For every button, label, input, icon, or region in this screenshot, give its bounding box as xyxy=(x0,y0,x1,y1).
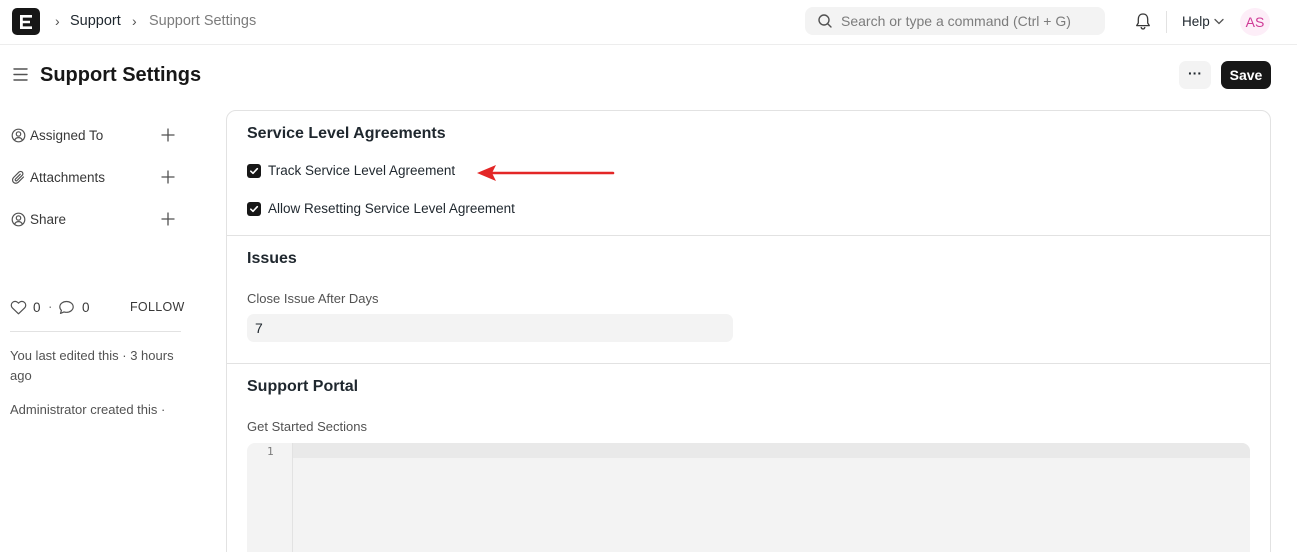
sidebar-item-share[interactable]: Share xyxy=(11,209,181,231)
navbar-divider xyxy=(1166,11,1167,33)
created-info: Administrator created this · xyxy=(10,402,166,417)
sidebar-item-attachments[interactable]: Attachments xyxy=(11,167,181,189)
sidebar-item-label: Share xyxy=(30,212,67,227)
sidebar-divider xyxy=(10,331,181,332)
sidebar-item-label: Attachments xyxy=(30,170,106,185)
active-line-highlight xyxy=(293,443,1250,458)
hamburger-menu-icon[interactable] xyxy=(13,67,28,82)
paperclip-icon xyxy=(11,170,25,184)
user-avatar[interactable]: AS xyxy=(1240,8,1270,36)
add-share-plus-icon[interactable] xyxy=(161,212,175,226)
app-logo[interactable] xyxy=(12,8,40,35)
separator-dot: · xyxy=(48,299,53,314)
close-issue-after-days-value: 7 xyxy=(255,320,263,336)
section-title-issues: Issues xyxy=(247,250,297,267)
get-started-sections-label: Get Started Sections xyxy=(247,419,367,434)
section-divider xyxy=(227,363,1270,364)
share-user-icon xyxy=(11,212,26,227)
annotation-arrow-icon xyxy=(477,165,615,181)
allow-reset-sla-checkbox[interactable] xyxy=(247,202,261,216)
last-edited-info: You last edited this · 3 hours ago xyxy=(10,348,174,383)
close-issue-after-days-input[interactable]: 7 xyxy=(247,314,733,342)
breadcrumb-support-settings[interactable]: Support Settings xyxy=(149,13,256,29)
navbar: › Support › Support Settings Help AS xyxy=(0,0,1297,45)
checkmark-icon xyxy=(250,167,259,175)
section-divider xyxy=(227,235,1270,236)
add-assignee-plus-icon[interactable] xyxy=(161,128,175,142)
breadcrumb-support[interactable]: Support xyxy=(70,13,121,29)
breadcrumb-chevron-icon: › xyxy=(132,13,137,29)
page-title: Support Settings xyxy=(40,64,202,86)
follow-button[interactable]: FOLLOW xyxy=(130,300,185,314)
sidebar-item-label: Assigned To xyxy=(30,128,104,143)
sidebar-item-assigned-to[interactable]: Assigned To xyxy=(11,125,181,147)
close-issue-after-days-label: Close Issue After Days xyxy=(247,291,379,306)
user-circle-icon xyxy=(11,128,26,143)
search-bar[interactable] xyxy=(805,7,1105,35)
more-dots-icon: ··· xyxy=(1188,65,1202,81)
search-icon xyxy=(818,14,832,28)
editor-gutter-divider xyxy=(292,443,293,552)
get-started-sections-editor[interactable]: 1 xyxy=(247,443,1250,552)
chevron-down-icon[interactable] xyxy=(1214,18,1224,25)
track-sla-label: Track Service Level Agreement xyxy=(268,163,456,178)
more-actions-button[interactable]: ··· xyxy=(1179,61,1211,89)
checkmark-icon xyxy=(250,205,259,213)
add-attachment-plus-icon[interactable] xyxy=(161,170,175,184)
section-title-support-portal: Support Portal xyxy=(247,378,359,395)
allow-reset-sla-label: Allow Resetting Service Level Agreement xyxy=(268,201,515,216)
section-title-sla: Service Level Agreements xyxy=(247,125,446,142)
likes-count: 0 xyxy=(33,300,41,315)
search-input[interactable] xyxy=(841,7,1097,35)
heart-icon[interactable] xyxy=(10,300,27,315)
help-menu[interactable]: Help xyxy=(1182,14,1210,29)
track-sla-checkbox[interactable] xyxy=(247,164,261,178)
line-number: 1 xyxy=(267,445,274,458)
notification-bell-icon[interactable] xyxy=(1134,12,1152,31)
erp-logo-icon xyxy=(20,15,32,29)
comment-icon[interactable] xyxy=(58,300,75,315)
breadcrumb-chevron-icon: › xyxy=(55,13,60,29)
comments-count: 0 xyxy=(82,300,90,315)
save-button[interactable]: Save xyxy=(1221,61,1271,89)
